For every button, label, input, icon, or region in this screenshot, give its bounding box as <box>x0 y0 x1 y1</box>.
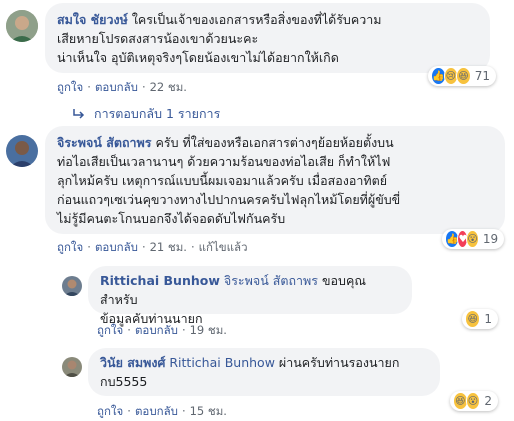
reply-link[interactable]: ตอบกลับ <box>95 240 138 254</box>
reaction-count: 1 <box>484 312 492 326</box>
reply-link[interactable]: ตอบกลับ <box>95 80 138 94</box>
reaction-summary[interactable]: 👍 ♥ 😮 19 <box>442 229 504 249</box>
reaction-count: 2 <box>484 394 492 408</box>
timestamp[interactable]: 22 ชม. <box>150 80 187 94</box>
avatar[interactable] <box>62 357 82 377</box>
reply-arrow-icon <box>73 109 85 119</box>
comment-actions: ถูกใจ · ตอบกลับ · 22 ชม. <box>57 80 187 94</box>
avatar[interactable] <box>6 135 38 167</box>
reply-text-line: กบ5555 <box>100 374 148 389</box>
comment-text-line: ก่อนแถวๆเซเว่นคุขวางทางไปปากนครครับไฟลุก… <box>57 192 401 207</box>
timestamp[interactable]: 15 ชม. <box>190 404 227 418</box>
reply-bubble: Rittichai Bunhow จิระพจน์ สัตถาพร ขอบคุณ… <box>88 266 412 326</box>
reply-text-line: ผ่านครับท่านรองนายก <box>278 355 400 370</box>
view-replies-link[interactable]: การตอบกลับ 1 รายการ <box>72 104 220 124</box>
reply-link[interactable]: ตอบกลับ <box>135 404 178 418</box>
comment-author[interactable]: สมใจ ชัยวงษ์ <box>57 12 128 27</box>
mention-link[interactable]: Rittichai Bunhow <box>169 355 275 370</box>
comment-text-line: ใครเป็นเจ้าของเอกสารหรือสิ่งของที่ได้รับ… <box>131 12 382 27</box>
reply-author[interactable]: Rittichai Bunhow <box>100 273 220 288</box>
comment-author[interactable]: จิระพจน์ สัตถาพร <box>57 135 152 150</box>
like-link[interactable]: ถูกใจ <box>97 323 123 337</box>
wow-icon: 😮 <box>465 392 481 410</box>
comment-actions: ถูกใจ · ตอบกลับ · 21 ชม. · แก้ไขแล้ว <box>57 240 248 254</box>
comment-bubble: จิระพจน์ สัตถาพร ครับ ที่ใส่ของหรือเอกสา… <box>45 126 505 234</box>
comment-text-line: น่าเห็นใจ อุบัติเหตุจริงๆโดยน้องเขาไม่ได… <box>57 50 339 65</box>
reaction-summary[interactable]: 😆 😮 2 <box>450 391 498 411</box>
mention-link[interactable]: จิระพจน์ สัตถาพร <box>224 273 318 288</box>
reply-bubble: วินัย สมพงศ์ Rittichai Bunhow ผ่านครับท่… <box>88 348 440 396</box>
reaction-summary[interactable]: 😆 1 <box>462 309 498 329</box>
avatar[interactable] <box>6 10 38 42</box>
like-link[interactable]: ถูกใจ <box>97 404 123 418</box>
edited-label[interactable]: แก้ไขแล้ว <box>199 240 248 254</box>
haha-icon: 😆 <box>465 310 481 328</box>
reply-link[interactable]: ตอบกลับ <box>135 323 178 337</box>
timestamp[interactable]: 19 ชม. <box>190 323 227 337</box>
avatar-photo-icon <box>6 10 38 42</box>
avatar[interactable] <box>62 276 82 296</box>
reply-actions: ถูกใจ · ตอบกลับ · 19 ชม. <box>97 323 227 337</box>
avatar-photo-icon <box>6 135 38 167</box>
comment-text-line: ครับ ที่ใส่ของหรือเอกสารต่างๆย้อยห้อยตั้… <box>155 135 394 150</box>
comment-bubble: สมใจ ชัยวงษ์ ใครเป็นเจ้าของเอกสารหรือสิ่… <box>45 3 490 73</box>
reaction-summary[interactable]: 👍 😢 😆 71 <box>428 66 496 86</box>
reply-actions: ถูกใจ · ตอบกลับ · 15 ชม. <box>97 404 227 418</box>
avatar-photo-icon <box>62 276 82 296</box>
haha-icon: 😆 <box>456 67 471 85</box>
reply-author[interactable]: วินัย สมพงศ์ <box>100 355 165 370</box>
comment-text-line: เสียหายโปรดสงสารน้องเขาด้วยนะคะ <box>57 31 259 46</box>
avatar-photo-icon <box>62 357 82 377</box>
like-link[interactable]: ถูกใจ <box>57 80 83 94</box>
comment-text-line: ไม่รู้มีคนตะโกนบอกจึงได้จอดดับไฟกันครับ <box>57 211 286 226</box>
replies-count-label[interactable]: การตอบกลับ 1 รายการ <box>94 104 220 124</box>
comment-text-line: ลุกไหม้ครับ เหตุการณ์แบบนี้ผมเจอมาแล้วคร… <box>57 173 388 188</box>
comment-text-line: ท่อไอเสียเป็นเวลานานๆ ด้วยความร้อนของท่อ… <box>57 154 391 169</box>
wow-icon: 😮 <box>466 230 479 248</box>
timestamp[interactable]: 21 ชม. <box>150 240 187 254</box>
reaction-count: 71 <box>474 69 491 83</box>
reaction-count: 19 <box>482 232 499 246</box>
like-link[interactable]: ถูกใจ <box>57 240 83 254</box>
